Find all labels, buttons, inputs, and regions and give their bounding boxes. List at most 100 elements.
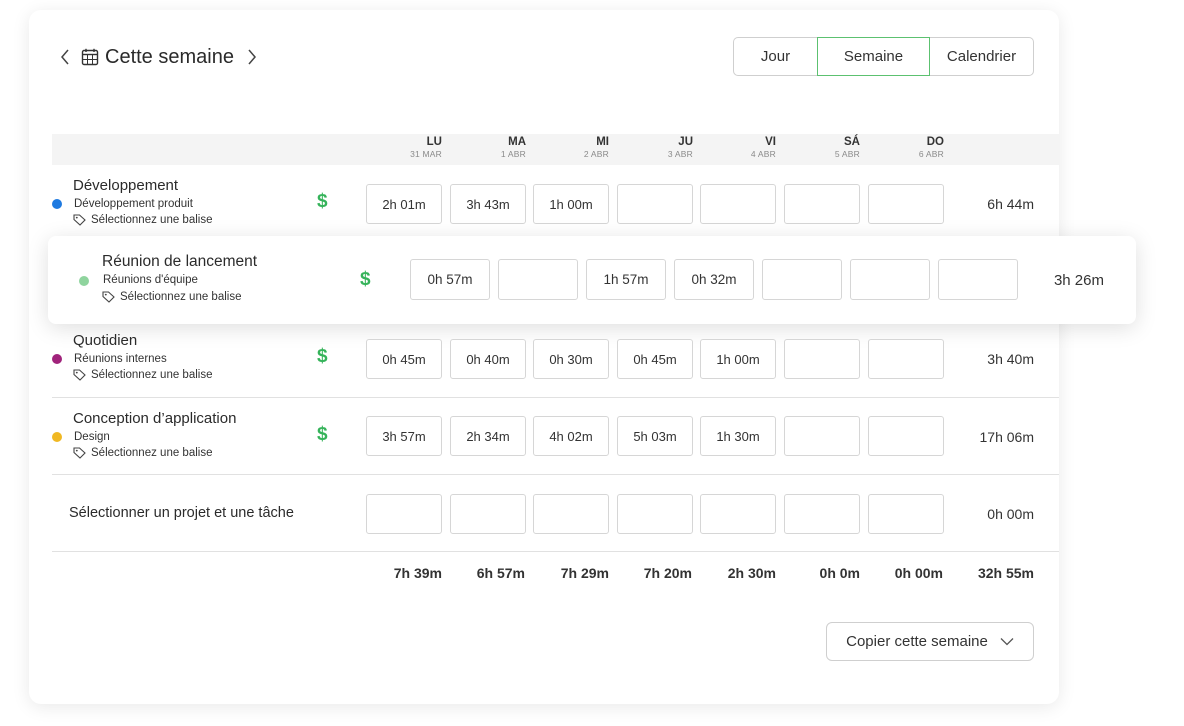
- day-header: VI 4 ABR: [750, 136, 776, 159]
- day-header: MI 2 ABR: [583, 136, 609, 159]
- billable-icon[interactable]: $: [317, 346, 328, 368]
- dragged-row[interactable]: Réunion de lancement Réunions d'équipe S…: [48, 236, 1136, 324]
- row-total: 3h 40m: [987, 351, 1034, 367]
- grand-total: 32h 55m: [977, 565, 1034, 581]
- day-header: SÁ 5 ABR: [834, 136, 860, 159]
- task-name: Design: [74, 431, 110, 443]
- week-title: Cette semaine: [105, 45, 234, 68]
- time-cell[interactable]: [533, 494, 609, 534]
- billable-icon[interactable]: $: [317, 191, 328, 213]
- project-name[interactable]: Quotidien: [73, 332, 137, 349]
- day-total: 6h 57m: [476, 565, 525, 581]
- time-cell[interactable]: [498, 259, 578, 300]
- project-color-dot: [52, 432, 62, 442]
- task-name: Développement produit: [74, 198, 193, 210]
- row-total: 0h 00m: [987, 506, 1034, 522]
- time-cell[interactable]: [938, 259, 1018, 300]
- tag-icon: [73, 214, 86, 226]
- time-cell[interactable]: [450, 494, 526, 534]
- time-cell[interactable]: [784, 339, 860, 379]
- row-total: 6h 44m: [987, 196, 1034, 212]
- time-cell[interactable]: [700, 494, 776, 534]
- day-total: 7h 39m: [393, 565, 442, 581]
- day-total: 7h 20m: [643, 565, 692, 581]
- copy-week-button[interactable]: Copier cette semaine: [826, 622, 1034, 661]
- time-cell[interactable]: [868, 416, 944, 456]
- copy-week-label: Copier cette semaine: [846, 633, 988, 650]
- day-total: 2h 30m: [727, 565, 776, 581]
- time-cell[interactable]: [700, 184, 776, 224]
- day-header: LU 31 MAR: [410, 136, 442, 159]
- time-cell[interactable]: [366, 416, 442, 456]
- time-cell[interactable]: [617, 184, 693, 224]
- time-cell[interactable]: [450, 184, 526, 224]
- time-cell[interactable]: [366, 494, 442, 534]
- time-cell[interactable]: [586, 259, 666, 300]
- time-cell[interactable]: [868, 339, 944, 379]
- day-header: MA 1 ABR: [500, 136, 526, 159]
- time-cell[interactable]: [617, 416, 693, 456]
- time-cell[interactable]: [674, 259, 754, 300]
- time-cell[interactable]: [450, 416, 526, 456]
- view-week-button[interactable]: Semaine: [817, 37, 930, 76]
- time-cell[interactable]: [533, 184, 609, 224]
- view-switch: Jour Semaine Calendrier: [733, 37, 1034, 76]
- project-color-dot: [52, 354, 62, 364]
- select-project-task[interactable]: Sélectionner un projet et une tâche: [69, 505, 294, 521]
- task-name: Réunions d'équipe: [103, 274, 198, 286]
- row-divider: [52, 474, 1059, 475]
- tag-icon: [73, 447, 86, 459]
- tag-selector[interactable]: Sélectionnez une balise: [73, 369, 212, 381]
- chevron-down-icon: [1000, 638, 1014, 646]
- tag-label: Sélectionnez une balise: [91, 369, 213, 381]
- tag-selector[interactable]: Sélectionnez une balise: [102, 291, 241, 303]
- day-total: 0h 0m: [819, 565, 860, 581]
- view-day-button[interactable]: Jour: [733, 37, 817, 76]
- time-cell[interactable]: [410, 259, 490, 300]
- time-cell[interactable]: [700, 339, 776, 379]
- chevron-right-icon[interactable]: [242, 43, 262, 71]
- time-cell[interactable]: [868, 494, 944, 534]
- project-name[interactable]: Développement: [73, 177, 178, 194]
- project-color-dot: [52, 199, 62, 209]
- day-total: 7h 29m: [560, 565, 609, 581]
- row-total: 3h 26m: [1053, 272, 1104, 289]
- week-navigation: Cette semaine: [55, 42, 262, 72]
- project-name[interactable]: Réunion de lancement: [102, 253, 257, 271]
- time-cell[interactable]: [850, 259, 930, 300]
- project-color-dot: [79, 276, 89, 286]
- chevron-left-icon[interactable]: [55, 43, 75, 71]
- task-name: Réunions internes: [74, 353, 167, 365]
- time-cell[interactable]: [366, 184, 442, 224]
- time-cell[interactable]: [617, 339, 693, 379]
- time-cell[interactable]: [784, 416, 860, 456]
- day-header: DO 6 ABR: [918, 136, 944, 159]
- billable-icon[interactable]: $: [360, 269, 371, 291]
- time-cell[interactable]: [868, 184, 944, 224]
- calendar-icon: [81, 48, 99, 66]
- day-header: JU 3 ABR: [667, 136, 693, 159]
- tag-selector[interactable]: Sélectionnez une balise: [73, 447, 212, 459]
- time-cell[interactable]: [784, 184, 860, 224]
- time-cell[interactable]: [533, 339, 609, 379]
- time-cell[interactable]: [617, 494, 693, 534]
- tag-label: Sélectionnez une balise: [91, 214, 213, 226]
- time-cell[interactable]: [450, 339, 526, 379]
- row-total: 17h 06m: [979, 429, 1034, 445]
- tag-selector[interactable]: Sélectionnez une balise: [73, 214, 212, 226]
- time-cell[interactable]: [366, 339, 442, 379]
- project-name[interactable]: Conception d’application: [73, 410, 236, 427]
- day-total: 0h 00m: [894, 565, 943, 581]
- tag-icon: [102, 291, 115, 303]
- time-cell[interactable]: [700, 416, 776, 456]
- billable-icon[interactable]: $: [317, 424, 328, 446]
- time-cell[interactable]: [533, 416, 609, 456]
- tag-label: Sélectionnez une balise: [91, 447, 213, 459]
- tag-label: Sélectionnez une balise: [120, 291, 242, 303]
- row-divider: [52, 551, 1059, 552]
- tag-icon: [73, 369, 86, 381]
- view-calendar-button[interactable]: Calendrier: [930, 37, 1034, 76]
- time-cell[interactable]: [784, 494, 860, 534]
- row-divider: [52, 397, 1059, 398]
- time-cell[interactable]: [762, 259, 842, 300]
